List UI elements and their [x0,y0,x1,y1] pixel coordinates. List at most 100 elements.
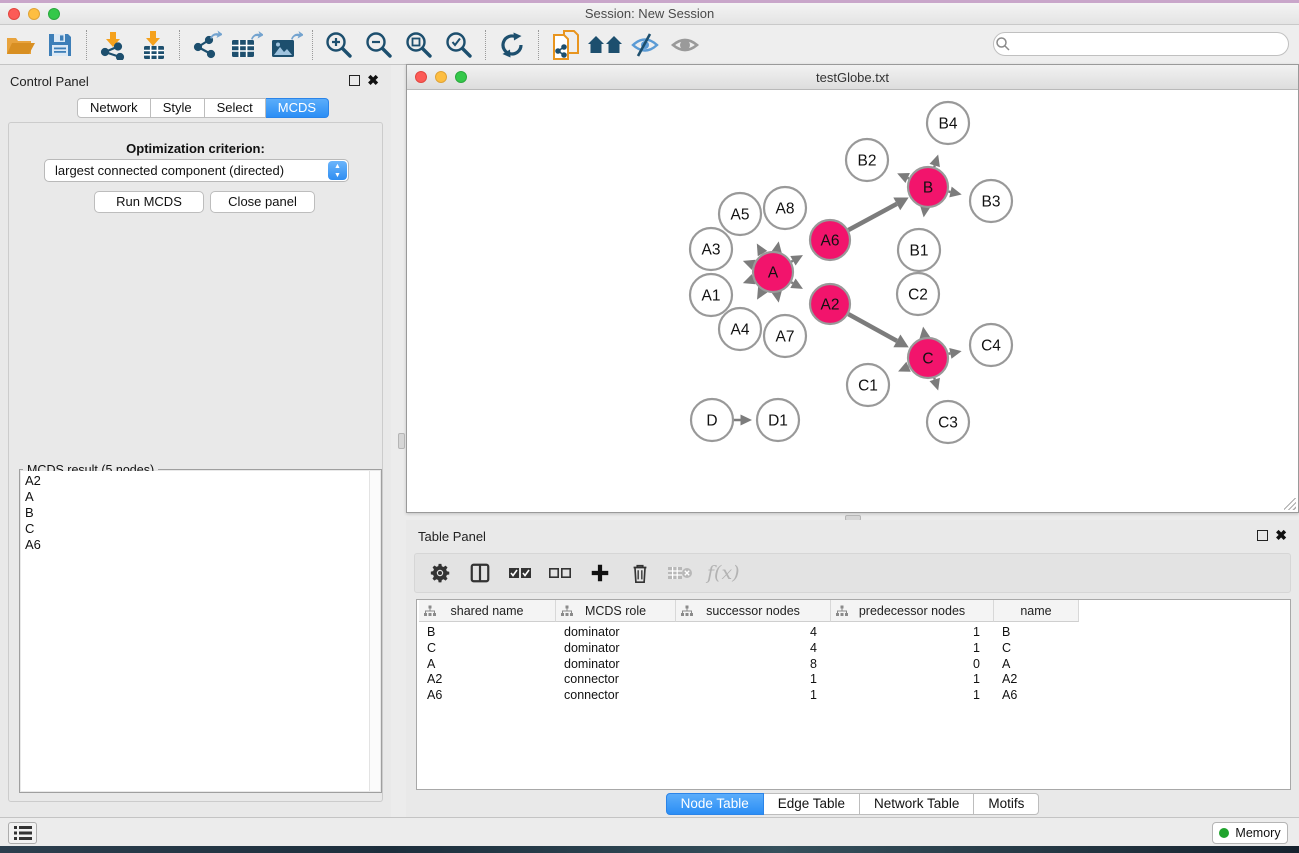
export-network-button[interactable] [186,28,226,62]
network-canvas[interactable]: B4 B2 B B3 A8A5 A6 B1 A3 A C2 A1 A2 A4A7 C4 C C1 C3 D D1 [408,91,1297,511]
result-list-item[interactable]: A [21,487,380,503]
memory-button[interactable]: Memory [1212,822,1288,844]
table-options-button[interactable] [427,560,453,586]
table-cell[interactable]: 1 [831,640,980,656]
graph-edge[interactable] [848,314,897,341]
table-cell[interactable]: C [427,640,556,656]
table-cell[interactable]: C [1002,640,1079,656]
table-cell[interactable]: A2 [427,671,556,687]
table-cell[interactable]: 0 [831,656,980,672]
mcds-result-list[interactable]: A2ABCA6 [21,471,380,791]
network-zoom-button[interactable] [455,71,467,83]
graph-node-B2[interactable]: B2 [846,139,888,181]
graph-node-B[interactable]: B [908,167,948,207]
result-scrollbar[interactable] [369,471,380,791]
unselect-all-columns-button[interactable] [547,560,573,586]
criterion-dropdown[interactable]: largest connected component (directed) ▲… [44,159,349,182]
node-table[interactable]: shared nameMCDS rolesuccessor nodesprede… [416,599,1291,790]
table-cell[interactable]: 1 [676,687,817,703]
export-image-button[interactable] [266,28,306,62]
zoom-selected-button[interactable] [439,28,479,62]
tab-select[interactable]: Select [205,98,266,118]
minimize-window-button[interactable] [28,8,40,20]
graph-node-A6[interactable]: A6 [810,220,850,260]
task-history-button[interactable] [8,822,37,844]
vertical-splitter-handle[interactable] [398,433,405,449]
graph-node-A[interactable]: A [753,252,793,292]
table-cell[interactable]: A6 [1002,687,1079,703]
graph-node-A2[interactable]: A2 [810,284,850,324]
network-close-button[interactable] [415,71,427,83]
table-cell[interactable]: 1 [831,687,980,703]
open-session-button[interactable] [0,28,40,62]
column-header-name[interactable]: name [994,600,1079,622]
table-row[interactable]: Bdominator41 B [417,624,1290,640]
close-table-panel-icon[interactable]: ✖ [1275,530,1287,541]
graph-node-A5[interactable]: A5 [719,193,761,235]
table-cell[interactable]: 4 [676,624,817,640]
tab-mcds[interactable]: MCDS [266,98,329,118]
graph-node-C2[interactable]: C2 [897,273,939,315]
close-panel-icon[interactable]: ✖ [367,75,379,86]
table-cell[interactable]: dominator [564,640,676,656]
table-cell[interactable]: B [1002,624,1079,640]
graph-node-A4[interactable]: A4 [719,308,761,350]
table-cell[interactable]: dominator [564,624,676,640]
close-window-button[interactable] [8,8,20,20]
first-neighbors-button[interactable] [585,28,625,62]
table-cell[interactable]: 1 [831,624,980,640]
tab-network[interactable]: Network [77,98,151,118]
column-header-predecessor-nodes[interactable]: predecessor nodes [831,600,994,622]
graph-node-A3[interactable]: A3 [690,228,732,270]
import-table-button[interactable] [133,28,173,62]
graph-edge[interactable] [848,204,896,230]
graph-node-C4[interactable]: C4 [970,324,1012,366]
hide-selected-button[interactable] [625,28,665,62]
close-panel-button[interactable]: Close panel [210,191,315,213]
graph-node-B1[interactable]: B1 [898,229,940,271]
table-cell[interactable]: 1 [676,671,817,687]
graph-node-D1[interactable]: D1 [757,399,799,441]
tab-node-table[interactable]: Node Table [666,793,764,815]
result-list-item[interactable]: B [21,503,380,519]
tab-network-table[interactable]: Network Table [860,793,974,815]
graph-node-A8[interactable]: A8 [764,187,806,229]
table-cell[interactable]: dominator [564,656,676,672]
run-mcds-button[interactable]: Run MCDS [94,191,204,213]
show-columns-button[interactable] [467,560,493,586]
graph-node-B4[interactable]: B4 [927,102,969,144]
select-all-columns-button[interactable] [507,560,533,586]
column-header-MCDS-role[interactable]: MCDS role [556,600,676,622]
graph-node-C3[interactable]: C3 [927,401,969,443]
table-cell[interactable]: connector [564,687,676,703]
export-table-button[interactable] [226,28,266,62]
graph-node-D[interactable]: D [691,399,733,441]
float-panel-icon[interactable] [349,75,360,86]
tab-edge-table[interactable]: Edge Table [764,793,860,815]
network-minimize-button[interactable] [435,71,447,83]
graph-node-A1[interactable]: A1 [690,274,732,316]
table-cell[interactable]: A6 [427,687,556,703]
graph-node-B3[interactable]: B3 [970,180,1012,222]
search-input[interactable] [993,32,1289,56]
show-all-button[interactable] [665,28,705,62]
apply-layout-button[interactable] [492,28,532,62]
graph-edge[interactable] [791,282,793,283]
table-row[interactable]: A2connector11A2 [417,671,1290,687]
zoom-fit-button[interactable] [399,28,439,62]
graph-node-C[interactable]: C [908,338,948,378]
graph-node-A7[interactable]: A7 [764,315,806,357]
graph-node-C1[interactable]: C1 [847,364,889,406]
table-cell[interactable]: A2 [1002,671,1079,687]
zoom-in-button[interactable] [319,28,359,62]
result-list-item[interactable]: C [21,519,380,535]
table-cell[interactable]: A [427,656,556,672]
zoom-window-button[interactable] [48,8,60,20]
table-cell[interactable]: B [427,624,556,640]
delete-column-button[interactable] [627,560,653,586]
table-row[interactable]: A6connector11A6 [417,687,1290,703]
import-network-button[interactable] [93,28,133,62]
tab-motifs[interactable]: Motifs [974,793,1039,815]
result-list-item[interactable]: A2 [21,471,380,487]
table-cell[interactable]: 4 [676,640,817,656]
